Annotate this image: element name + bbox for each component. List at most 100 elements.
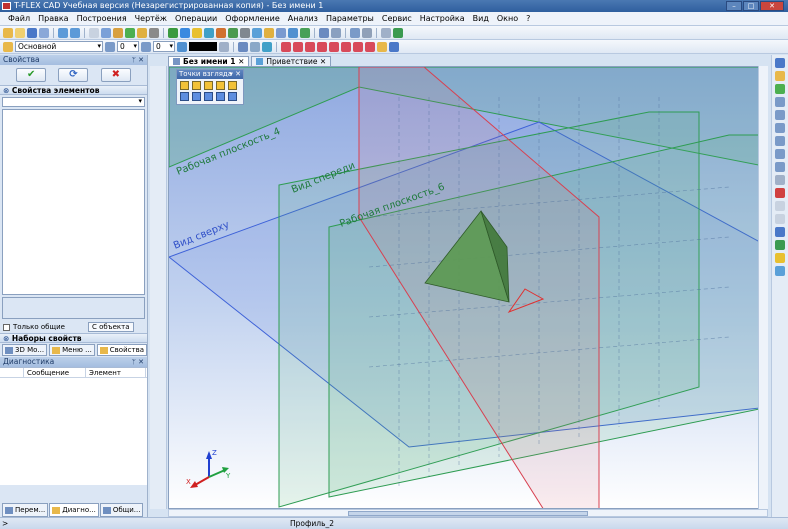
zoom-fit-icon[interactable] [775,123,785,133]
sketch-icon[interactable] [125,27,135,38]
tab-welcome[interactable]: Приветствие ✕ [251,56,332,66]
profile-icon[interactable] [264,27,274,38]
3d-viewport[interactable]: Рабочая плоскость_4 Вид спереди Рабочая … [168,66,768,509]
shade-icon[interactable] [775,201,785,211]
select-4-icon[interactable] [317,41,327,52]
column-message[interactable]: Сообщение [24,368,86,377]
pan-icon[interactable] [775,84,785,94]
menu-help[interactable]: ? [522,13,534,25]
sweep-icon[interactable] [204,27,214,38]
select-7-icon[interactable] [353,41,363,52]
minimize-button[interactable]: – [726,1,742,11]
line-icon[interactable] [89,27,99,38]
surface-icon[interactable] [300,27,310,38]
color-dropdown-icon[interactable] [219,41,229,52]
bom-icon[interactable] [381,27,391,38]
extrude-icon[interactable] [168,27,178,38]
menu-view[interactable]: Вид [469,13,493,25]
color-swatch[interactable] [189,42,217,51]
vertical-scrollbar[interactable] [758,66,768,509]
layer-combo[interactable]: Основной [15,41,103,52]
elements-section-header[interactable]: Свойства элементов [0,85,147,95]
element-type-dropdown[interactable] [2,97,145,107]
zoom-out-icon[interactable] [775,149,785,159]
zoom-icon[interactable] [775,97,785,107]
render-icon[interactable] [775,188,785,198]
menu-operations[interactable]: Операции [171,13,221,25]
print-icon[interactable] [39,27,49,38]
view-top-icon[interactable] [228,81,237,90]
view-back-icon[interactable] [192,81,201,90]
material-icon[interactable] [775,240,785,250]
by-object-button[interactable]: С объекта [87,322,134,332]
select-5-icon[interactable] [329,41,339,52]
select-9-icon[interactable] [377,41,387,52]
save-icon[interactable] [27,27,37,38]
view-iso-4-icon[interactable] [228,92,237,101]
view-right-icon[interactable] [216,81,225,90]
tab-3d-model[interactable]: 3D Мо... [2,344,48,356]
revolve-icon[interactable] [180,27,190,38]
line-type-icon[interactable] [238,41,248,52]
menu-settings[interactable]: Настройка [416,13,469,25]
3d-scene[interactable]: Рабочая плоскость_4 Вид спереди Рабочая … [169,67,768,509]
tab-properties[interactable]: Свойства [96,344,147,356]
zoom-window-icon[interactable] [775,110,785,120]
priority-combo[interactable]: 0 [153,41,175,52]
menu-drawing[interactable]: Чертёж [131,13,171,25]
view-front-icon[interactable] [180,81,189,90]
dimension-icon[interactable] [137,27,147,38]
boolean-icon[interactable] [216,27,226,38]
filter-icon[interactable] [262,41,272,52]
select-8-icon[interactable] [365,41,375,52]
fillet-icon[interactable] [228,27,238,38]
rotate-icon[interactable] [775,58,785,68]
properties-list[interactable] [2,109,145,295]
construction-icon[interactable] [101,27,111,38]
column-element[interactable]: Элемент [86,368,146,377]
grid-icon[interactable] [331,27,341,38]
open-icon[interactable] [15,27,25,38]
diagnostics-pin-icon[interactable]: ᛘ ✕ [132,357,144,367]
undo-icon[interactable] [58,27,68,38]
table-icon[interactable] [362,27,372,38]
workplane-icon[interactable] [252,27,262,38]
zoom-previous-icon[interactable] [775,162,785,172]
horizontal-scroll-thumb[interactable] [348,511,588,516]
select-10-icon[interactable] [389,41,399,52]
zoom-in-icon[interactable] [775,136,785,146]
3d-node-icon[interactable] [276,27,286,38]
line-width-icon[interactable] [250,41,260,52]
model-icon[interactable] [393,27,403,38]
tab-variables[interactable]: Перем... [2,503,49,517]
hatch-icon[interactable] [149,27,159,38]
cancel-button[interactable]: ✖ [100,68,131,82]
horizontal-scrollbar[interactable] [168,509,768,517]
new-icon[interactable] [3,27,13,38]
select-2-icon[interactable] [293,41,303,52]
walk-icon[interactable] [775,71,785,81]
select-3-icon[interactable] [305,41,315,52]
select-1-icon[interactable] [281,41,291,52]
section-icon[interactable] [775,175,785,185]
redo-icon[interactable] [70,27,80,38]
view-iso-2-icon[interactable] [204,92,213,101]
refresh-button[interactable]: ⟳ [58,68,89,82]
menu-window[interactable]: Окно [493,13,522,25]
shell-icon[interactable] [240,27,250,38]
maximize-button[interactable]: □ [743,1,759,11]
level-combo[interactable]: 0 [117,41,139,52]
menu-edit[interactable]: Правка [34,13,72,25]
only-common-checkbox[interactable] [3,323,10,331]
view-bottom-icon[interactable] [180,92,189,101]
menu-annotation[interactable]: Оформление [221,13,284,25]
tab-menu[interactable]: Меню ... [49,344,95,356]
pin-icon[interactable]: ᛘ ✕ [132,55,144,65]
variables-icon[interactable] [319,27,329,38]
menu-file[interactable]: Файл [4,13,34,25]
view-left-icon[interactable] [204,81,213,90]
select-6-icon[interactable] [341,41,351,52]
ok-button[interactable]: ✔ [16,68,47,82]
close-window-button[interactable]: ✕ [760,1,784,11]
view-points-header[interactable]: Точки взгляда ▾ ✕ [177,70,243,79]
